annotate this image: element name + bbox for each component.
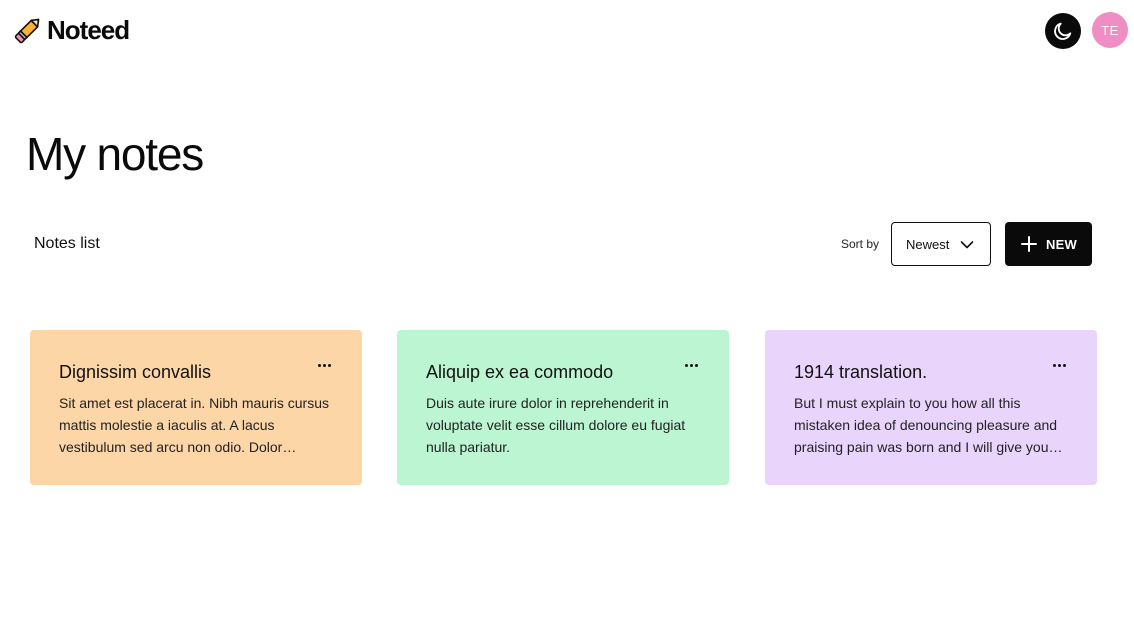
- plus-icon: [1021, 236, 1038, 252]
- page: Noteed TE My notes Notes list Sort by Ne…: [0, 0, 1134, 624]
- notes-list-label: Notes list: [34, 235, 100, 252]
- note-card[interactable]: Dignissim convallis Sit amet est placera…: [30, 330, 362, 485]
- sort-value: Newest: [906, 236, 950, 252]
- new-note-button[interactable]: NEW: [1005, 222, 1092, 266]
- note-title: 1914 translation.: [794, 362, 928, 382]
- note-title: Dignissim convallis: [59, 362, 212, 382]
- page-title: My notes: [26, 128, 204, 180]
- theme-toggle-button[interactable]: [1045, 13, 1081, 49]
- more-options-icon[interactable]: [318, 364, 334, 370]
- pencil-icon: [14, 18, 40, 44]
- chevron-down-icon: [960, 241, 974, 249]
- more-options-icon[interactable]: [1053, 364, 1069, 370]
- sort-label: Sort by: [841, 237, 880, 251]
- more-options-icon[interactable]: [685, 364, 701, 370]
- sort-select[interactable]: Newest: [891, 222, 991, 266]
- note-body: Sit amet est placerat in. Nibh mauris cu…: [59, 395, 329, 455]
- note-title: Aliquip ex ea commodo: [426, 362, 614, 382]
- avatar[interactable]: TE: [1092, 12, 1128, 48]
- moon-icon: [1054, 22, 1072, 40]
- note-card[interactable]: Aliquip ex ea commodo Duis aute irure do…: [397, 330, 729, 485]
- note-body: Duis aute irure dolor in reprehenderit i…: [426, 395, 686, 455]
- note-card[interactable]: 1914 translation. But I must explain to …: [765, 330, 1097, 485]
- app-logo[interactable]: Noteed: [11, 13, 130, 47]
- app-name: Noteed: [47, 14, 130, 45]
- note-body: But I must explain to you how all this m…: [794, 395, 1058, 455]
- new-button-label: NEW: [1046, 236, 1077, 252]
